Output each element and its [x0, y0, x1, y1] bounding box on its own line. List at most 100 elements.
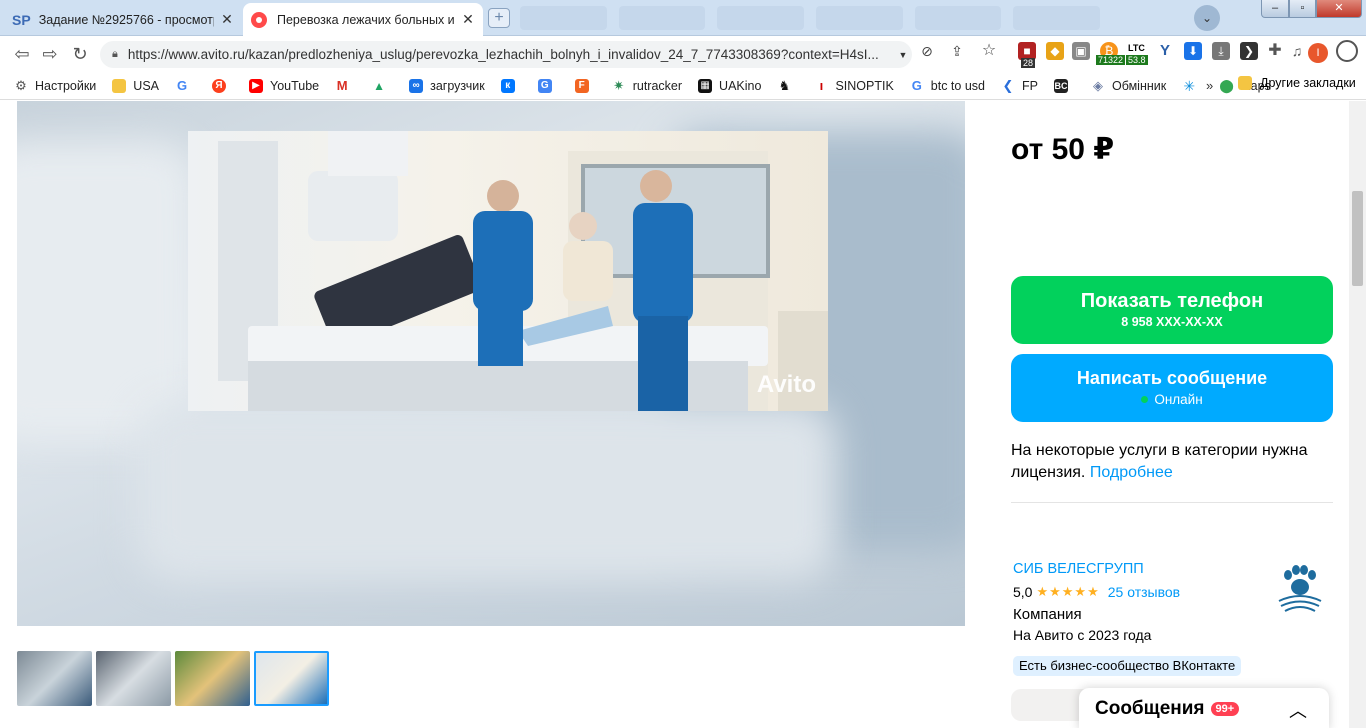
translate-icon: G: [537, 78, 552, 93]
window-close-button[interactable]: ✕: [1316, 0, 1362, 18]
tab-title: Перевозка лежачих больных и и: [277, 12, 455, 27]
terminal-extension-icon[interactable]: ❯: [1240, 42, 1258, 60]
yandex-icon: Я: [212, 78, 226, 93]
exchanger-icon: ◈: [1090, 77, 1105, 93]
bookmark-drive[interactable]: ▲: [372, 78, 393, 93]
background-tab[interactable]: [717, 6, 805, 30]
background-tab[interactable]: [618, 6, 706, 30]
spark-icon: ✳: [1182, 77, 1197, 94]
bc-icon: BC: [1053, 78, 1068, 93]
chevron-up-icon[interactable]: ︿: [1289, 697, 1307, 723]
url-text[interactable]: https://www.avito.ru/kazan/predlozheniya…: [128, 47, 894, 62]
background-tab[interactable]: [914, 6, 1002, 30]
thumbnail-active[interactable]: [254, 651, 329, 706]
bookmark-bc[interactable]: BC: [1053, 78, 1075, 93]
vpn-extension-icon[interactable]: Y: [1156, 42, 1174, 60]
drive-icon: ▲: [372, 78, 387, 93]
bookmark-translate[interactable]: G: [537, 78, 559, 93]
new-tab-button[interactable]: +: [488, 8, 510, 28]
forward-arrow-icon[interactable]: ⇨: [38, 44, 62, 65]
bookmark-usa[interactable]: USA: [112, 78, 159, 93]
folder-icon: [1238, 76, 1252, 90]
tab-bar: SP Задание №2925766 - просмотр з ✕ Перев…: [0, 0, 1366, 36]
bookmark-fp[interactable]: ❮ FP: [1000, 78, 1038, 93]
write-message-button[interactable]: Написать сообщение Онлайн: [1011, 354, 1333, 422]
online-dot-icon: [1141, 396, 1149, 403]
account-icon[interactable]: [1336, 40, 1358, 62]
profile-avatar[interactable]: I: [1308, 43, 1328, 63]
photo-gallery[interactable]: Avito: [17, 101, 965, 626]
briefcase-extension-icon[interactable]: ▣: [1072, 42, 1090, 60]
blocked-popup-icon[interactable]: ⊘: [918, 42, 936, 60]
messages-panel[interactable]: Сообщения 99+ ︿: [1079, 688, 1329, 728]
close-icon[interactable]: ✕: [461, 11, 475, 28]
tab-task[interactable]: SP Задание №2925766 - просмотр з ✕: [4, 3, 242, 36]
divider: [1011, 502, 1333, 503]
bookmark-google[interactable]: G: [175, 77, 196, 93]
scrollbar-thumb[interactable]: [1352, 191, 1363, 286]
bookmark-f[interactable]: F: [574, 78, 596, 93]
bookmark-gmail[interactable]: M: [335, 78, 356, 93]
google-icon: G: [175, 77, 189, 93]
thumbnail[interactable]: [175, 651, 250, 706]
bookmark-yandex[interactable]: Я: [212, 78, 233, 93]
seller-name-link[interactable]: СИБ ВЕЛЕСГРУПП: [1013, 561, 1144, 577]
share-icon[interactable]: ⇪: [948, 42, 966, 60]
gear-icon: ⚙: [14, 77, 28, 93]
background-tab[interactable]: [816, 6, 903, 30]
bookmark-youtube[interactable]: ▶ YouTube: [249, 78, 319, 93]
tab-search-chevron-icon[interactable]: ⌄: [1194, 5, 1220, 31]
price: от 50 ₽: [1011, 133, 1115, 166]
seller-logo-paw-icon[interactable]: [1271, 561, 1329, 619]
close-icon[interactable]: ✕: [220, 11, 234, 28]
bookmarks-overflow-button[interactable]: »: [1206, 78, 1213, 93]
vk-icon: к: [500, 78, 515, 93]
background-tab[interactable]: [1013, 6, 1101, 30]
minimize-button[interactable]: ‒: [1261, 0, 1289, 18]
maximize-button[interactable]: ▫: [1289, 0, 1316, 18]
star-rating-icon: ★★★★★: [1036, 584, 1100, 599]
save-extension-icon[interactable]: ⤓: [1212, 42, 1230, 60]
scrollbar[interactable]: [1349, 101, 1366, 728]
bookmark-btc[interactable]: Gbtc to usd: [909, 78, 985, 93]
avito-favicon-icon: [251, 11, 267, 28]
lock-icon[interactable]: 🔒︎: [112, 48, 118, 61]
address-bar[interactable]: 🔒︎ https://www.avito.ru/kazan/predlozhen…: [100, 41, 912, 68]
show-phone-button[interactable]: Показать телефон 8 958 XXX-XX-XX: [1011, 276, 1333, 344]
back-arrow-icon[interactable]: ⇦: [10, 44, 34, 65]
shield-extension-icon[interactable]: ◆: [1046, 42, 1064, 60]
bookmark-walmart[interactable]: ✳: [1182, 77, 1203, 94]
bookmark-uakino[interactable]: ▦ UAKino: [698, 78, 761, 93]
bookmark-loader[interactable]: ∞ загрузчик: [409, 78, 485, 93]
bookmark-chess[interactable]: ♞: [777, 78, 798, 93]
tab-avito[interactable]: Перевозка лежачих больных и и ✕: [243, 3, 483, 36]
vk-community-badge[interactable]: Есть бизнес-сообщество ВКонтакте: [1013, 656, 1242, 676]
blur-shape: [17, 141, 197, 441]
ltc-price-badge[interactable]: 53.8: [1126, 55, 1148, 65]
bookmark-vk[interactable]: к: [500, 78, 522, 93]
bookmark-settings[interactable]: ⚙ Настройки: [14, 77, 96, 93]
dropdown-arrow-icon[interactable]: ▼: [894, 50, 912, 60]
main-photo[interactable]: Avito: [188, 131, 828, 411]
thumbnail[interactable]: [96, 651, 171, 706]
media-control-icon[interactable]: ♫: [1288, 42, 1306, 60]
f-icon: F: [574, 78, 589, 93]
bookmark-sinoptik[interactable]: ı SINOPTIK: [814, 78, 894, 93]
paw-logo: [1278, 565, 1322, 612]
download-extension-icon[interactable]: ⬇: [1184, 42, 1202, 60]
seller-type: Компания: [1013, 606, 1082, 623]
reload-icon[interactable]: ↻: [68, 44, 92, 65]
ltc-price-badge[interactable]: 71322: [1096, 55, 1126, 65]
xray-room-illustration: [218, 131, 828, 411]
thumbnail[interactable]: [17, 651, 92, 706]
license-more-link[interactable]: Подробнее: [1090, 464, 1173, 481]
background-tab[interactable]: [520, 6, 607, 30]
other-bookmarks[interactable]: Другие закладки: [1238, 76, 1356, 90]
extension-badge: 28: [1021, 58, 1036, 68]
license-note: На некоторые услуги в категории нужна ли…: [1011, 442, 1308, 481]
bookmark-exchanger[interactable]: ◈ Обмінник: [1090, 77, 1166, 93]
bookmark-star-icon[interactable]: ☆: [980, 42, 998, 60]
bookmark-rutracker[interactable]: ✷ rutracker: [611, 78, 682, 93]
reviews-link[interactable]: 25 отзывов: [1108, 584, 1180, 600]
puzzle-extensions-icon[interactable]: ✚: [1266, 42, 1284, 60]
